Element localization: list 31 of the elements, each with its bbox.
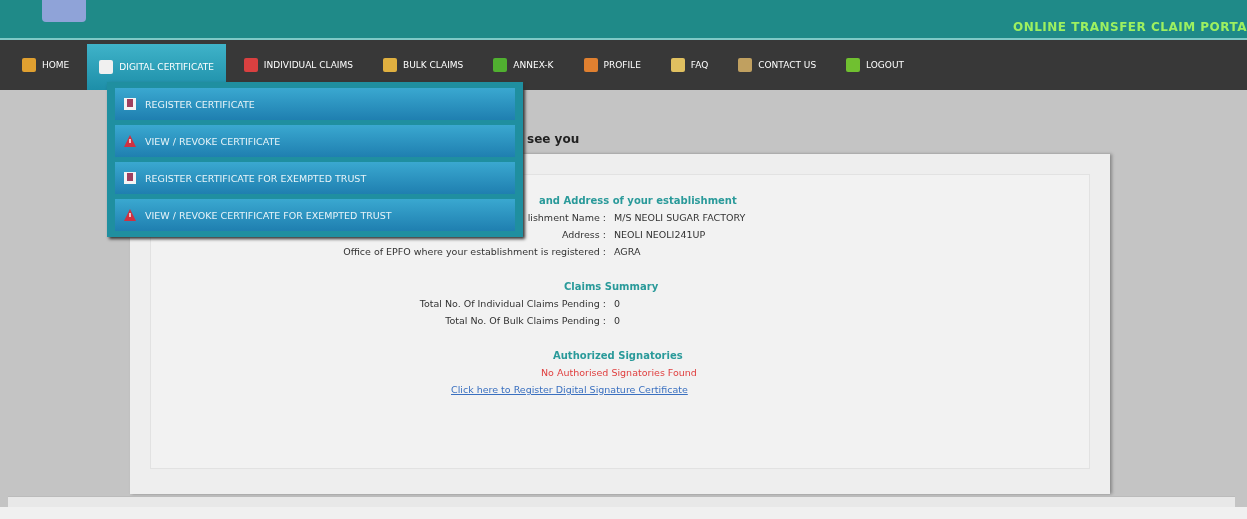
field-label: Office of EPFO where your establishment is registered : [343,246,606,257]
field-value: AGRA [614,246,642,257]
field-label: lishment Name : [527,212,606,223]
field-value: 0 [614,298,622,309]
nav-item[interactable]: BULK CLAIMS [371,40,476,90]
portal-title: ONLINE TRANSFER CLAIM PORTA [1012,20,1247,36]
certificate-icon [123,171,137,185]
field-value: 0 [614,315,622,326]
greeting-text: see you [527,132,580,146]
register-link[interactable]: Click here to Register Digital Signature Certificate [451,384,688,395]
field-value: NEOLI NEOLI241UP [614,229,707,240]
nav-item[interactable]: HOME [10,40,82,90]
section-heading: and Address of your establishment [538,195,738,206]
field-label: Total No. Of Bulk Claims Pending : [445,315,606,326]
nav-item[interactable]: PROFILE [571,40,653,90]
nav-item[interactable]: INDIVIDUAL CLAIMS [231,40,365,90]
certificate-icon [123,97,137,111]
nav-item[interactable]: LOGOUT [834,40,916,90]
section-heading: Authorized Signatories [552,350,684,361]
nav-item[interactable]: CONTACT US [726,40,829,90]
error-message: No Authorised Signatories Found [540,367,698,378]
section-heading: Claims Summary [563,281,660,292]
nav-item[interactable]: ANNEX-K [481,40,566,90]
field-label: Total No. Of Individual Claims Pending : [419,298,606,309]
nav-item[interactable]: FAQ [658,40,721,90]
warning-icon [123,134,137,148]
logo [42,0,86,22]
field-value: M/S NEOLI SUGAR FACTORY [614,212,747,223]
horizontal-scrollbar[interactable] [8,496,1235,507]
warning-icon [123,208,137,222]
field-label: Address : [561,229,606,240]
